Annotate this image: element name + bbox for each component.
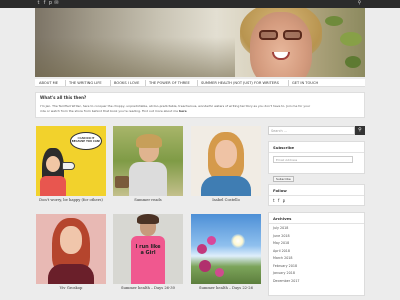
post-card[interactable]: Viv Groskop [36, 214, 106, 290]
intro-box: What's all this then? I'm Jen. The Terri… [35, 92, 365, 118]
post-title[interactable]: Don't worry, be happy (for others) [36, 198, 106, 202]
search-icon: ⚲ [358, 127, 362, 133]
subscribe-title: Subscribe [269, 142, 364, 153]
post-title[interactable]: Summer reads [113, 198, 183, 202]
about-link[interactable]: here [179, 109, 187, 113]
archives-title: Archives [269, 213, 364, 224]
flower-decoration [215, 268, 224, 277]
book-icon [115, 176, 129, 188]
twitter-icon[interactable]: t [273, 198, 275, 203]
pinterest-icon[interactable]: p [48, 1, 53, 6]
nav-divider [145, 80, 146, 86]
post-title[interactable]: Isabel Costello [191, 198, 261, 202]
sun-icon [231, 234, 245, 248]
intro-body: I'm Jen. The Terrified Writer, here to c… [40, 104, 362, 114]
post-card[interactable]: Summer health – Days 22-26 [191, 214, 261, 290]
search-button[interactable]: ⚲ [355, 126, 365, 135]
subscribe-button[interactable]: Subscribe [273, 176, 294, 182]
nav-divider [288, 80, 289, 86]
search-icon[interactable]: ⚲ [357, 1, 362, 6]
nav-writing-life[interactable]: THE WRITING LIFE [69, 80, 102, 86]
search-input[interactable]: Search ... [268, 126, 355, 135]
email-field[interactable]: Email Address [273, 156, 353, 163]
post-card[interactable]: I CAN DO IT BECAUSE YOU CAN! Don't worry… [36, 126, 106, 202]
post-title[interactable]: Summer health – Days 26-30 [113, 286, 183, 290]
figure-body [129, 162, 167, 196]
archive-link[interactable]: June 2018 [273, 233, 360, 241]
megaphone-icon [62, 162, 75, 170]
nav-get-in-touch[interactable]: GET IN TOUCH [292, 80, 318, 86]
grass-decoration [35, 37, 235, 77]
intro-title: What's all this then? [40, 95, 87, 100]
figure-body [48, 264, 94, 284]
follow-title: Follow [269, 185, 364, 196]
intro-text-2: ride or watch from the shore from behind… [40, 109, 179, 113]
archive-link[interactable]: May 2018 [273, 240, 360, 248]
facebook-icon[interactable]: f [278, 198, 279, 203]
post-title[interactable]: Viv Groskop [36, 286, 106, 290]
archives-widget: Archives July 2018 June 2018 May 2018 Ap… [268, 212, 365, 296]
leaf-decoration [345, 56, 361, 68]
flower-decoration [197, 244, 207, 254]
post-image[interactable] [113, 126, 183, 196]
follow-icons: t f p [269, 196, 364, 207]
archive-link[interactable]: December 2017 [273, 278, 360, 286]
leaf-decoration [325, 16, 343, 26]
header-image[interactable] [35, 8, 365, 77]
nav-books-i-love[interactable]: BOOKS I LOVE [114, 80, 139, 86]
archive-link[interactable]: March 2018 [273, 255, 360, 263]
flower-decoration [199, 260, 211, 272]
twitter-icon[interactable]: t [36, 1, 41, 6]
figure-body [201, 176, 251, 196]
nav-divider [197, 80, 198, 86]
follow-widget: Follow t f p [268, 184, 365, 206]
nav-divider [65, 80, 66, 86]
post-image[interactable] [191, 126, 261, 196]
facebook-icon[interactable]: f [42, 1, 47, 6]
flower-decoration [207, 236, 216, 245]
figure-hair [137, 214, 159, 224]
post-image[interactable]: I run like a Girl [113, 214, 183, 284]
nav-summer-health[interactable]: SUMMER HEALTH (NOT JUST) FOR WRITERS [201, 80, 279, 86]
pinterest-icon[interactable]: p [283, 198, 286, 203]
figure-body [40, 176, 66, 196]
shirt-text: I run like a Girl [135, 244, 161, 256]
archive-link[interactable]: February 2018 [273, 263, 360, 271]
intro-text: I'm Jen. The Terrified Writer, here to c… [40, 104, 311, 108]
post-card[interactable]: Summer reads [113, 126, 183, 202]
email-icon[interactable]: ✉ [54, 1, 59, 6]
archives-list: July 2018 June 2018 May 2018 April 2018 … [269, 224, 364, 288]
archive-link[interactable]: January 2018 [273, 270, 360, 278]
portrait-glasses [259, 30, 303, 40]
archive-link[interactable]: April 2018 [273, 248, 360, 256]
figure-face [46, 156, 60, 172]
subscribe-widget: Subscribe Email Address Subscribe [268, 141, 365, 182]
post-card[interactable]: Isabel Costello [191, 126, 261, 202]
post-image[interactable] [191, 214, 261, 284]
figure-face [215, 140, 237, 168]
nav-about-me[interactable]: ABOUT ME [39, 80, 58, 86]
top-bar: t f p ✉ ⚲ [0, 0, 400, 8]
nav-power-of-three[interactable]: THE POWER OF THREE [149, 80, 190, 86]
portrait-face [250, 12, 312, 77]
figure-hair [136, 134, 162, 148]
nav-divider [110, 80, 111, 86]
post-title[interactable]: Summer health – Days 22-26 [191, 286, 261, 290]
main-nav: ABOUT ME THE WRITING LIFE BOOKS I LOVE T… [35, 79, 365, 87]
leaf-decoration [340, 32, 362, 46]
post-image[interactable] [36, 214, 106, 284]
figure-face [60, 226, 82, 254]
archive-link[interactable]: July 2018 [273, 225, 360, 233]
post-card[interactable]: I run like a Girl Summer health – Days 2… [113, 214, 183, 290]
speech-bubble: I CAN DO IT BECAUSE YOU CAN! [70, 132, 102, 150]
post-image[interactable]: I CAN DO IT BECAUSE YOU CAN! [36, 126, 106, 196]
